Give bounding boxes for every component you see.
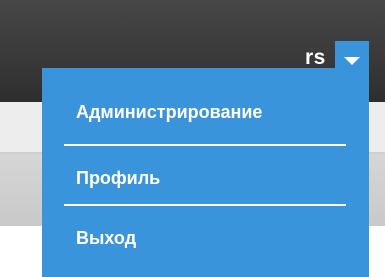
chevron-down-icon	[344, 57, 360, 65]
menu-item-logout[interactable]: Выход	[76, 227, 136, 249]
user-dropdown-menu: Администрирование Профиль Выход	[42, 68, 369, 277]
menu-item-profile[interactable]: Профиль	[76, 167, 160, 189]
menu-divider	[64, 204, 346, 206]
menu-divider	[64, 144, 346, 146]
user-menu-toggle-button[interactable]	[335, 41, 369, 71]
username-label[interactable]: rs	[305, 46, 326, 70]
menu-item-administration[interactable]: Администрирование	[76, 101, 262, 123]
